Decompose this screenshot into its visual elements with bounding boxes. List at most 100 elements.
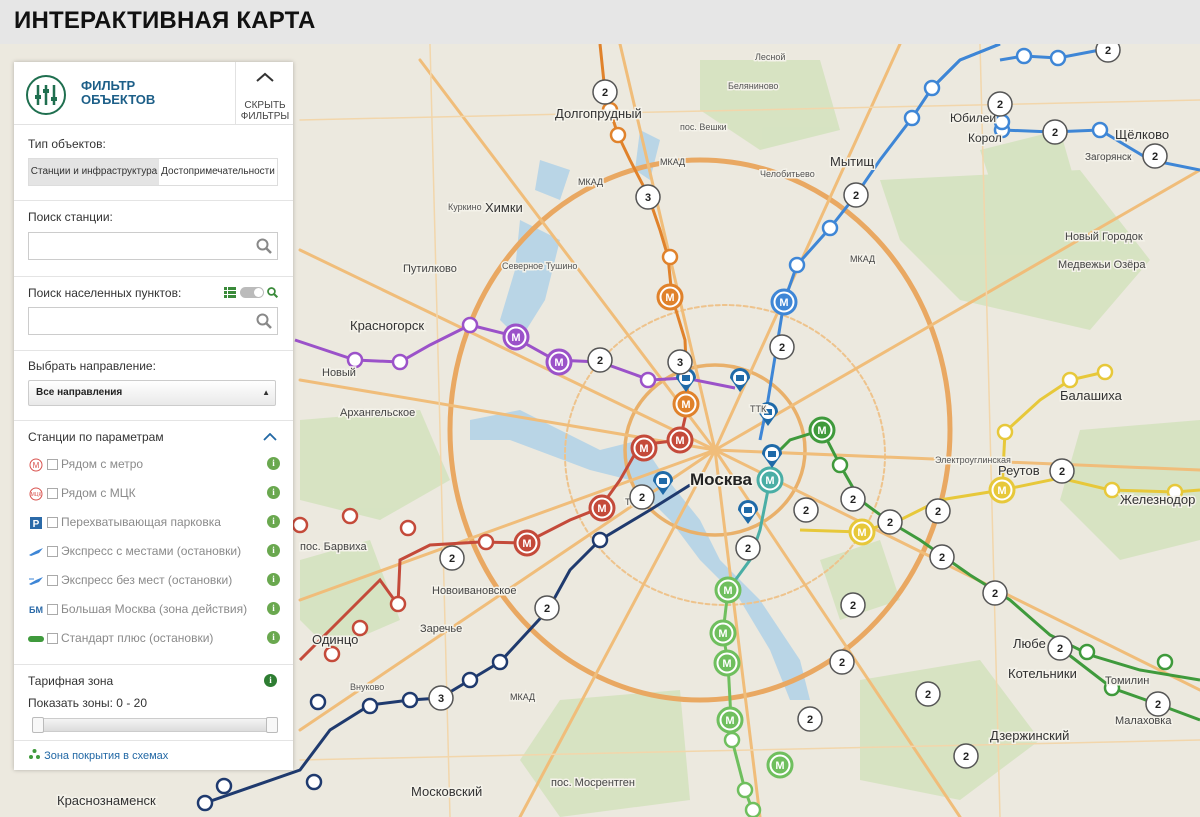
info-icon[interactable]: i (267, 573, 280, 586)
station-marker[interactable] (1049, 49, 1067, 67)
station-marker[interactable] (1061, 371, 1079, 389)
cluster-marker[interactable]: 3 (635, 184, 661, 210)
info-icon[interactable]: i (267, 515, 280, 528)
metro-station-marker[interactable]: M (808, 416, 836, 444)
station-marker[interactable] (736, 781, 754, 799)
checkbox[interactable] (47, 488, 58, 499)
station-marker[interactable] (923, 79, 941, 97)
metro-station-marker[interactable]: M (513, 529, 541, 557)
station-marker[interactable] (341, 507, 359, 525)
checkbox[interactable] (47, 459, 58, 470)
cluster-marker[interactable]: 2 (793, 497, 819, 523)
station-marker[interactable] (491, 653, 509, 671)
station-marker[interactable] (591, 531, 609, 549)
station-marker[interactable] (346, 351, 364, 369)
cluster-marker[interactable]: 2 (877, 509, 903, 535)
station-marker[interactable] (609, 126, 627, 144)
metro-station-marker[interactable]: M (545, 348, 573, 376)
station-marker[interactable] (399, 519, 417, 537)
hide-filters-button[interactable]: СКРЫТЬ ФИЛЬТРЫ (235, 62, 294, 124)
metro-station-marker[interactable]: M (709, 619, 737, 647)
cluster-marker[interactable]: 2 (840, 486, 866, 512)
param-big-moscow[interactable]: БМ Большая Москва (зона действия) i (28, 601, 280, 621)
param-near-metro[interactable]: M Рядом с метро i (28, 456, 280, 476)
metro-station-marker[interactable]: M (770, 288, 798, 316)
cluster-marker[interactable]: 2 (439, 545, 465, 571)
metro-station-marker[interactable]: M (672, 390, 700, 418)
cluster-marker[interactable]: 2 (1042, 119, 1068, 145)
cluster-marker[interactable]: 2 (929, 544, 955, 570)
station-marker[interactable] (996, 423, 1014, 441)
station-marker[interactable] (215, 777, 233, 795)
cluster-marker[interactable]: 2 (797, 706, 823, 732)
checkbox[interactable] (47, 604, 58, 615)
station-marker[interactable] (1091, 121, 1109, 139)
station-marker[interactable] (1015, 47, 1033, 65)
station-marker[interactable] (1156, 653, 1174, 671)
checkbox[interactable] (47, 575, 58, 586)
station-marker[interactable] (461, 671, 479, 689)
checkbox[interactable] (47, 517, 58, 528)
metro-station-marker[interactable]: M (848, 518, 876, 546)
cluster-marker[interactable]: 2 (840, 592, 866, 618)
metro-station-marker[interactable]: M (656, 283, 684, 311)
cluster-marker[interactable]: 2 (925, 498, 951, 524)
info-icon[interactable]: i (264, 674, 277, 687)
param-express-seats[interactable]: Экспресс с местами (остановки) i (28, 543, 280, 563)
station-marker[interactable] (477, 533, 495, 551)
metro-station-marker[interactable]: M (766, 751, 794, 779)
station-marker[interactable] (744, 801, 762, 817)
search-icon[interactable] (256, 313, 272, 329)
locality-search-input[interactable] (28, 307, 278, 335)
station-marker[interactable] (831, 456, 849, 474)
station-marker[interactable] (1096, 363, 1114, 381)
station-marker[interactable] (723, 731, 741, 749)
info-icon[interactable]: i (267, 544, 280, 557)
station-marker[interactable] (903, 109, 921, 127)
cluster-marker[interactable]: 2 (587, 347, 613, 373)
cluster-marker[interactable]: 2 (1142, 143, 1168, 169)
tab-stations-infrastructure[interactable]: Станции и инфраструктура (29, 159, 159, 185)
cluster-marker[interactable]: 2 (534, 595, 560, 621)
metro-station-marker[interactable]: M (713, 649, 741, 677)
station-marker[interactable] (391, 353, 409, 371)
station-marker[interactable] (993, 113, 1011, 131)
cluster-marker[interactable]: 2 (987, 91, 1013, 117)
cluster-marker[interactable]: 2 (735, 535, 761, 561)
direction-select[interactable]: Все направления ▲ (28, 380, 276, 406)
cluster-marker[interactable]: 2 (1049, 458, 1075, 484)
info-icon[interactable]: i (267, 631, 280, 644)
checkbox[interactable] (47, 546, 58, 557)
station-marker[interactable] (661, 248, 679, 266)
station-marker[interactable] (196, 794, 214, 812)
cluster-marker[interactable]: 2 (629, 484, 655, 510)
cluster-marker[interactable]: 2 (1047, 635, 1073, 661)
chevron-up-icon[interactable] (263, 433, 277, 441)
cluster-marker[interactable]: 2 (829, 649, 855, 675)
view-toggle[interactable] (240, 287, 264, 298)
station-marker[interactable] (323, 645, 341, 663)
cluster-marker[interactable]: 2 (769, 334, 795, 360)
station-marker[interactable] (788, 256, 806, 274)
station-marker[interactable] (389, 595, 407, 613)
metro-station-marker[interactable]: M (714, 576, 742, 604)
cluster-marker[interactable]: 2 (915, 681, 941, 707)
cluster-marker[interactable]: 2 (953, 743, 979, 769)
station-marker[interactable] (309, 693, 327, 711)
metro-station-marker[interactable]: M (988, 476, 1016, 504)
slider-handle-min[interactable] (32, 717, 44, 733)
metro-station-marker[interactable]: M (630, 434, 658, 462)
info-icon[interactable]: i (267, 602, 280, 615)
coverage-link[interactable]: Зона покрытия в схемах (28, 748, 168, 762)
checkbox[interactable] (47, 633, 58, 644)
station-search-input[interactable] (28, 232, 278, 260)
cluster-marker[interactable]: 2 (843, 182, 869, 208)
station-marker[interactable] (461, 316, 479, 334)
station-marker[interactable] (639, 371, 657, 389)
station-marker[interactable] (1078, 643, 1096, 661)
cluster-marker[interactable]: 2 (1145, 691, 1171, 717)
metro-station-marker[interactable]: M (756, 466, 784, 494)
map-search-icon[interactable] (267, 287, 278, 298)
station-marker[interactable] (361, 697, 379, 715)
station-marker[interactable] (401, 691, 419, 709)
